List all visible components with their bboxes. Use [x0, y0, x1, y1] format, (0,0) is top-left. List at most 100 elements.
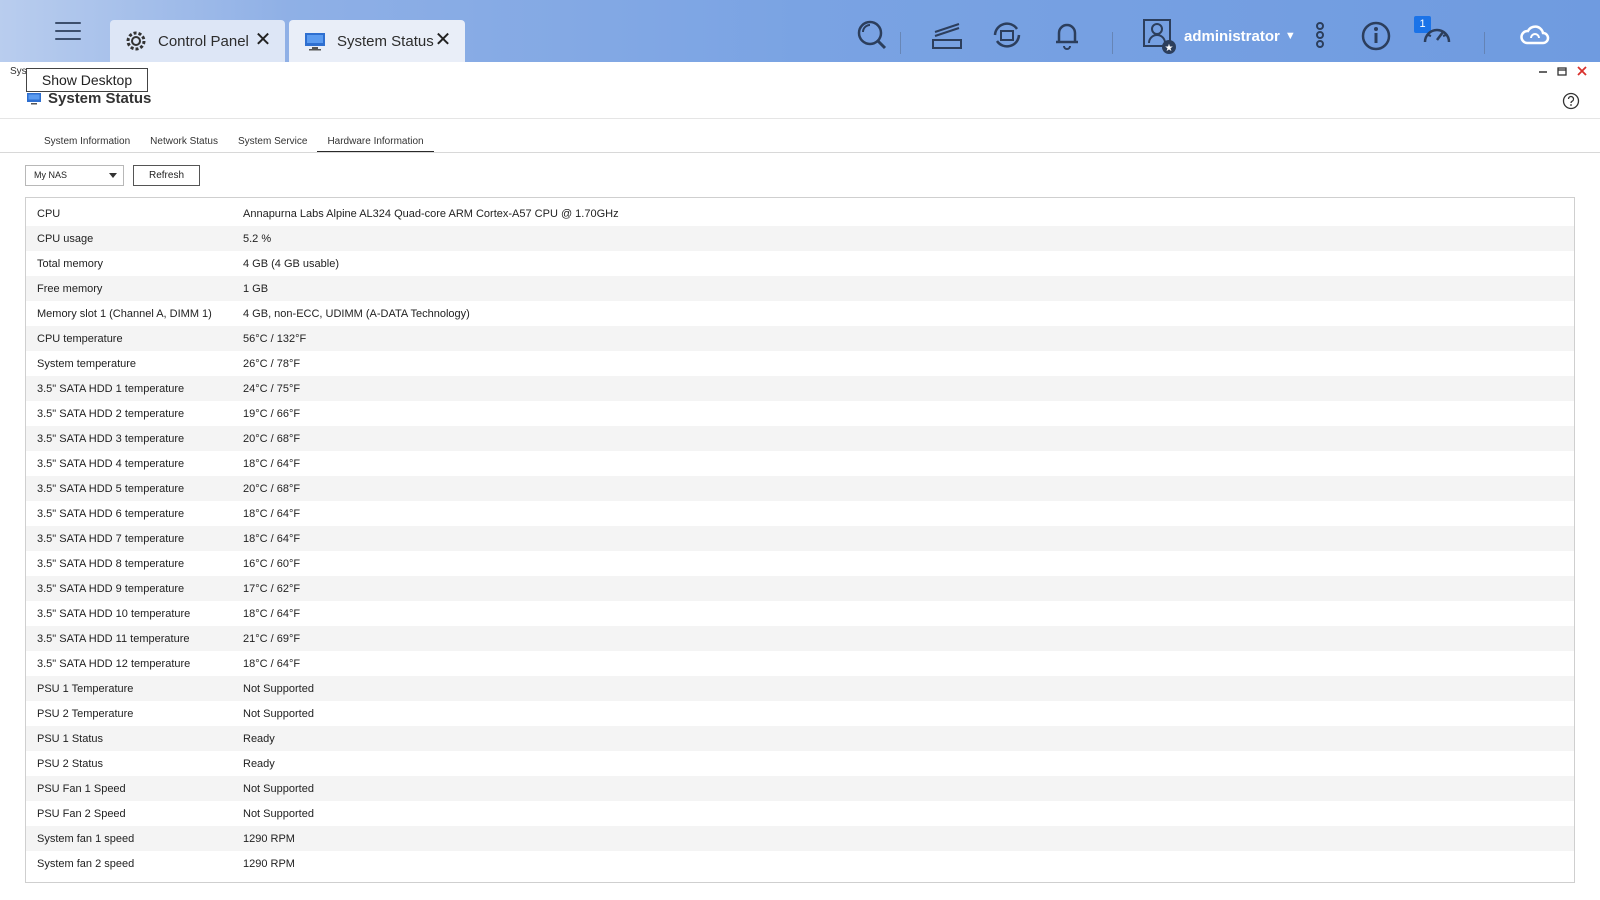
table-row: Memory slot 1 (Channel A, DIMM 1) 4 GB, n…: [26, 301, 1574, 326]
gear-icon: [122, 27, 150, 55]
info-icon[interactable]: [1360, 18, 1394, 52]
close-icon[interactable]: ✕: [253, 30, 273, 50]
table-row: PSU Fan 1 Speed Not Supported: [26, 776, 1574, 801]
row-value: 16°C / 60°F: [243, 557, 301, 570]
help-icon[interactable]: [1562, 92, 1580, 110]
monitor-icon: [301, 27, 329, 55]
row-key: 3.5" SATA HDD 6 temperature: [37, 507, 185, 520]
user-menu[interactable]: ★ administrator ▼: [1142, 18, 1296, 54]
table-row: CPU usage 5.2 %: [26, 226, 1574, 251]
close-window-icon[interactable]: [1575, 64, 1589, 78]
row-key: 3.5" SATA HDD 12 temperature: [37, 657, 191, 670]
table-row: PSU Fan 2 Speed Not Supported: [26, 801, 1574, 826]
table-row: 3.5" SATA HDD 6 temperature 18°C / 64°F: [26, 501, 1574, 526]
table-row: PSU 1 Status Ready: [26, 726, 1574, 751]
row-value: 20°C / 68°F: [243, 482, 301, 495]
row-value: Not Supported: [243, 682, 314, 695]
dashboard-icon[interactable]: [1420, 18, 1454, 52]
chevron-down-icon: ▼: [1284, 30, 1296, 42]
row-key: Memory slot 1 (Channel A, DIMM 1): [37, 307, 212, 320]
row-key: 3.5" SATA HDD 1 temperature: [37, 382, 185, 395]
taskbar: Control Panel ✕ System Status ✕ ★ admini…: [0, 0, 1600, 62]
bell-icon[interactable]: [1050, 18, 1084, 52]
row-key: PSU Fan 1 Speed: [37, 782, 126, 795]
table-row: 3.5" SATA HDD 5 temperature 20°C / 68°F: [26, 476, 1574, 501]
divider: [0, 152, 1600, 153]
row-value: Not Supported: [243, 707, 314, 720]
row-value: 1290 RPM: [243, 832, 295, 845]
row-key: CPU temperature: [37, 332, 123, 345]
tab-system-service[interactable]: System Service: [228, 136, 317, 153]
tab-control-panel[interactable]: Control Panel ✕: [110, 20, 285, 62]
maximize-icon[interactable]: [1555, 64, 1569, 78]
row-value: 20°C / 68°F: [243, 432, 301, 445]
table-row: System temperature 26°C / 78°F: [26, 351, 1574, 376]
row-value: 18°C / 64°F: [243, 457, 301, 470]
minimize-icon[interactable]: [1536, 64, 1550, 78]
device-select-value: My NAS: [34, 170, 68, 180]
show-desktop-tooltip: Show Desktop: [26, 68, 148, 92]
row-key: Free memory: [37, 282, 103, 295]
table-row: PSU 2 Temperature Not Supported: [26, 701, 1574, 726]
sync-icon[interactable]: [990, 18, 1024, 52]
svg-text:★: ★: [1165, 43, 1174, 54]
chevron-down-icon: [109, 173, 117, 178]
row-value: Not Supported: [243, 782, 314, 795]
row-key: System fan 2 speed: [37, 857, 135, 870]
close-icon[interactable]: ✕: [433, 30, 453, 50]
tab-network-status[interactable]: Network Status: [140, 136, 228, 153]
row-key: System fan 1 speed: [37, 832, 135, 845]
row-value: 18°C / 64°F: [243, 607, 301, 620]
row-value: 1290 RPM: [243, 857, 295, 870]
divider: [1112, 32, 1113, 54]
row-value: 4 GB (4 GB usable): [243, 257, 339, 270]
table-row: 3.5" SATA HDD 4 temperature 18°C / 64°F: [26, 451, 1574, 476]
more-options-icon[interactable]: [1308, 18, 1332, 52]
tab-hardware-information[interactable]: Hardware Information: [317, 136, 434, 153]
row-value: Not Supported: [243, 807, 314, 820]
search-icon[interactable]: [855, 18, 889, 52]
table-row: CPU temperature 56°C / 132°F: [26, 326, 1574, 351]
row-value: Ready: [243, 732, 275, 745]
username: administrator: [1184, 27, 1280, 45]
table-row: 3.5" SATA HDD 10 temperature 18°C / 64°F: [26, 601, 1574, 626]
row-key: 3.5" SATA HDD 7 temperature: [37, 532, 185, 545]
table-row: 3.5" SATA HDD 9 temperature 17°C / 62°F: [26, 576, 1574, 601]
row-key: 3.5" SATA HDD 9 temperature: [37, 582, 185, 595]
row-value: 5.2 %: [243, 232, 272, 245]
table-row: PSU 2 Status Ready: [26, 751, 1574, 776]
row-value: 4 GB, non-ECC, UDIMM (A-DATA Technology): [243, 307, 470, 320]
tab-system-status[interactable]: System Status ✕: [289, 20, 465, 62]
window-small-title: Sys: [10, 66, 27, 77]
row-value: Annapurna Labs Alpine AL324 Quad-core AR…: [243, 207, 619, 220]
stack-icon[interactable]: [930, 18, 964, 52]
row-key: PSU 2 Status: [37, 757, 104, 770]
table-row: 3.5" SATA HDD 8 temperature 16°C / 60°F: [26, 551, 1574, 576]
row-value: 18°C / 64°F: [243, 507, 301, 520]
table-row: 3.5" SATA HDD 2 temperature 19°C / 66°F: [26, 401, 1574, 426]
page-title: System Status: [26, 90, 151, 107]
refresh-button[interactable]: Refresh: [133, 165, 200, 186]
row-key: 3.5" SATA HDD 4 temperature: [37, 457, 185, 470]
tab-label: Control Panel: [158, 32, 249, 50]
window-title: System Status: [48, 90, 152, 107]
row-value: 19°C / 66°F: [243, 407, 301, 420]
tab-system-information[interactable]: System Information: [34, 136, 140, 153]
row-value: 18°C / 64°F: [243, 532, 301, 545]
divider: [900, 32, 901, 54]
table-row: System fan 2 speed 1290 RPM: [26, 851, 1574, 876]
row-value: 56°C / 132°F: [243, 332, 307, 345]
tab-label: System Status: [337, 32, 434, 50]
row-key: PSU Fan 2 Speed: [37, 807, 126, 820]
row-key: 3.5" SATA HDD 2 temperature: [37, 407, 185, 420]
main-menu-icon[interactable]: [52, 16, 84, 48]
row-key: Total memory: [37, 257, 104, 270]
device-select[interactable]: My NAS: [25, 165, 124, 186]
cloud-icon[interactable]: [1518, 18, 1552, 52]
hardware-info-table: CPU Annapurna Labs Alpine AL324 Quad-core…: [25, 197, 1575, 883]
row-key: CPU usage: [37, 232, 94, 245]
table-row: Free memory 1 GB: [26, 276, 1574, 301]
table-row: 3.5" SATA HDD 1 temperature 24°C / 75°F: [26, 376, 1574, 401]
subtab-bar: System Information Network Status System…: [34, 136, 434, 153]
row-key: PSU 1 Temperature: [37, 682, 134, 695]
